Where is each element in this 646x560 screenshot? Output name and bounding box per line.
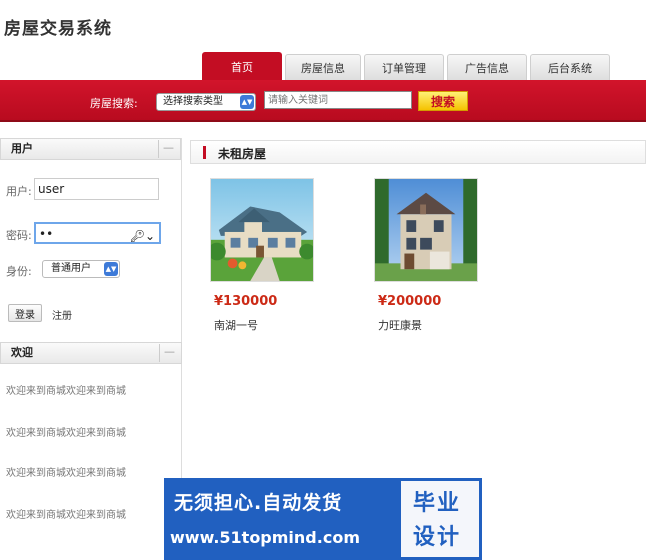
section-header: 未租房屋 xyxy=(190,140,646,164)
welcome-line: 欢迎来到商城欢迎来到商城 xyxy=(6,468,126,479)
login-button[interactable]: 登录 xyxy=(8,304,42,322)
role-value: 普通用户 xyxy=(51,263,91,274)
search-type-select[interactable]: 选择搜索类型 ▲▼ xyxy=(156,93,256,111)
tab-house-info[interactable]: 房屋信息 xyxy=(285,54,361,80)
ad-banner-right: 毕业 设计 xyxy=(398,478,482,560)
search-bar: 房屋搜索: 选择搜索类型 ▲▼ 搜索 xyxy=(0,80,646,122)
search-type-value: 选择搜索类型 xyxy=(163,96,223,107)
tab-home[interactable]: 首页 xyxy=(202,52,282,80)
ad-tag-line1: 毕业 xyxy=(413,491,462,516)
register-link[interactable]: 注册 xyxy=(52,307,72,322)
role-label: 身份: xyxy=(6,265,32,278)
house-card[interactable]: ¥130000 南湖一号 xyxy=(210,178,320,333)
sidebar: 用户 — 用户: user 密码: •• 🔑︎⌄ 身份: 普通用户 ▲▼ 登录 … xyxy=(0,138,182,560)
password-field[interactable]: •• 🔑︎⌄ xyxy=(34,222,161,244)
house-photo-icon[interactable] xyxy=(374,178,478,282)
search-input[interactable] xyxy=(264,91,412,109)
main-nav-tabs: 首页 房屋信息 订单管理 广告信息 后台系统 xyxy=(202,52,610,80)
username-label: 用户: xyxy=(6,185,32,198)
username-field[interactable]: user xyxy=(34,178,159,200)
ad-banner-left: 无须担心.自动发货 www.51topmind.com xyxy=(164,478,398,560)
house-name[interactable]: 力旺康景 xyxy=(378,317,484,333)
welcome-panel-header: 欢迎 — xyxy=(0,342,182,364)
house-photo-icon[interactable] xyxy=(210,178,314,282)
house-card[interactable]: ¥200000 力旺康景 xyxy=(374,178,484,333)
ad-banner[interactable]: 无须担心.自动发货 www.51topmind.com 毕业 设计 xyxy=(164,478,482,560)
search-label: 房屋搜索: xyxy=(90,97,138,110)
welcome-line: 欢迎来到商城欢迎来到商城 xyxy=(6,386,126,397)
role-select[interactable]: 普通用户 ▲▼ xyxy=(42,260,120,278)
house-name[interactable]: 南湖一号 xyxy=(214,317,320,333)
section-title: 未租房屋 xyxy=(218,147,267,161)
tab-backend[interactable]: 后台系统 xyxy=(530,54,610,80)
chevron-updown-icon: ▲▼ xyxy=(104,262,118,276)
ad-tag-line2: 设计 xyxy=(413,525,462,550)
password-label: 密码: xyxy=(6,229,32,242)
app-title: 房屋交易系统 xyxy=(4,19,112,39)
ad-url: www.51topmind.com xyxy=(170,528,360,547)
welcome-line: 欢迎来到商城欢迎来到商城 xyxy=(6,428,126,439)
tab-ads[interactable]: 广告信息 xyxy=(447,54,527,80)
collapse-icon[interactable]: — xyxy=(159,344,179,362)
welcome-panel-title: 欢迎 xyxy=(11,346,33,359)
key-icon[interactable]: 🔑︎⌄ xyxy=(130,226,155,246)
user-panel-header: 用户 — xyxy=(0,138,181,160)
ad-slogan: 无须担心.自动发货 xyxy=(174,492,343,514)
user-panel-title: 用户 xyxy=(11,142,33,155)
password-value: •• xyxy=(39,227,54,241)
chevron-updown-icon: ▲▼ xyxy=(240,95,254,109)
house-price: ¥200000 xyxy=(378,294,442,309)
collapse-icon[interactable]: — xyxy=(158,140,178,158)
tab-orders[interactable]: 订单管理 xyxy=(364,54,444,80)
section-marker xyxy=(203,146,206,159)
house-price: ¥130000 xyxy=(214,294,278,309)
search-button[interactable]: 搜索 xyxy=(418,91,468,111)
welcome-line: 欢迎来到商城欢迎来到商城 xyxy=(6,510,126,521)
